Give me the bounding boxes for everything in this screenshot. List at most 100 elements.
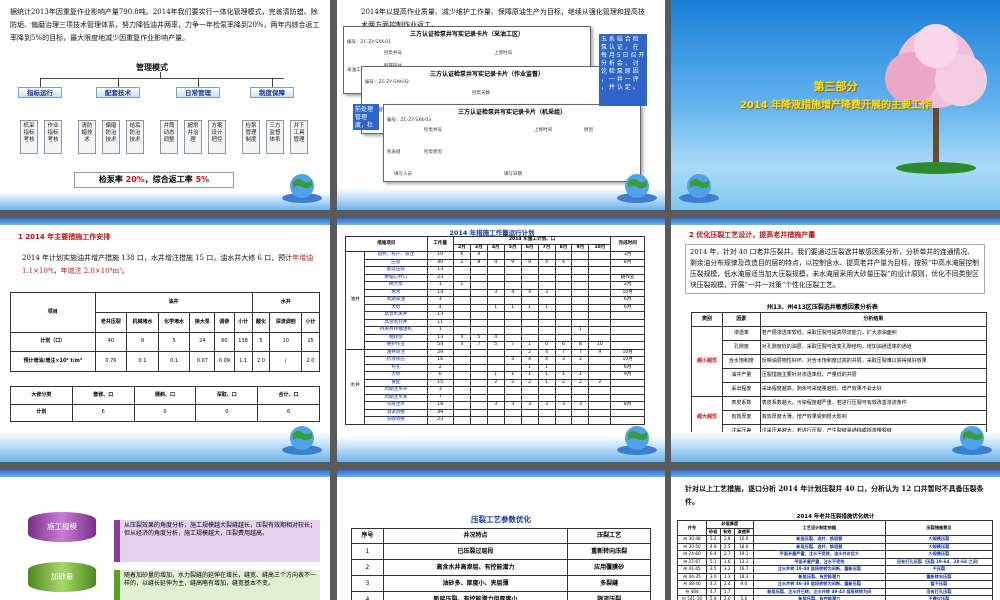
row-name: 周期采油 bbox=[364, 296, 428, 305]
row-type: 油砂多、厚度小、夹层薄 bbox=[382, 575, 569, 592]
row-proc: 多裂缝 bbox=[567, 575, 651, 592]
slide-thumbnail-9[interactable]: 针对以上工艺措施，逐口分析 2014 年计划压裂井 40 口，分析认为 12 口… bbox=[671, 470, 1000, 600]
row-result: 压裂措施主要针对渗透率低、产量低的井层 bbox=[759, 368, 988, 383]
col-total: 工作量 bbox=[426, 236, 454, 252]
row-month-count bbox=[469, 408, 488, 417]
row-total: 16 bbox=[426, 356, 454, 365]
row-done: 8月 bbox=[610, 401, 645, 410]
row-month-count bbox=[571, 311, 590, 320]
cell-a: 4.9 bbox=[705, 542, 721, 551]
slide-thumbnail-7[interactable]: 施工规模 加砂量 从压裂效果的角度分析，施工规模越大裂缝越长，压裂有效期相对较长… bbox=[0, 470, 330, 600]
slide-thumbnail-3[interactable]: 第三部分 2014 年降液措施增产降费开展的主要工作 bbox=[671, 0, 1000, 210]
cell-b: 1.7 bbox=[719, 587, 735, 596]
cell-well: 州 541-16 bbox=[677, 595, 707, 600]
slide-thumbnail-5[interactable]: 2014 年措施工作量运行计划 措施项目 工作量 2014 年施工计划、口 完成… bbox=[337, 218, 665, 462]
table-row: 周期注水开 3 bbox=[346, 386, 645, 395]
table-row: 油井 钻井、校产、投注 10 6 4 3月 bbox=[344, 251, 645, 350]
row-month-count: 3 bbox=[486, 401, 505, 410]
row-month-count bbox=[537, 333, 556, 342]
row-month-count bbox=[503, 326, 522, 335]
slide-thumbnail-1[interactable]: 据统计2013年因重复作业影响产量790.8吨。2014年我们要实行一体化管理模… bbox=[0, 0, 330, 210]
table-row: 维护作业 54 4 7 5 7 1 6 6 8 10 bbox=[346, 341, 645, 350]
row-name: 换偏心井口 bbox=[364, 273, 428, 282]
table-row: 州 44-35 3.0 1.3 18.3 新层压裂、有控能潜力 重新转向压裂 bbox=[677, 572, 994, 581]
row-total: 10 bbox=[426, 251, 454, 260]
cell: 6 bbox=[257, 403, 320, 422]
cell-b: 2.5 bbox=[719, 542, 735, 551]
row-month-count bbox=[554, 311, 573, 320]
col-header: 调参 bbox=[214, 311, 235, 333]
col-month: 8月 bbox=[554, 243, 573, 252]
row-month-count bbox=[452, 416, 471, 425]
row-month-count bbox=[571, 281, 590, 290]
row-name: 钻井、校产、投注 bbox=[364, 251, 428, 260]
col-header: 砂岩 bbox=[705, 527, 721, 536]
table-row: 换偏心井口 23 随作业 bbox=[346, 273, 645, 282]
col-header: 渗透率 bbox=[733, 527, 754, 536]
row-done: 6月 bbox=[610, 303, 645, 312]
slide-thumbnail-6[interactable]: 2 优化压裂工艺设计，提高老井措施产量 2014 年，针对 40 口老井压裂井，… bbox=[671, 218, 1000, 462]
row-month-count bbox=[554, 416, 573, 425]
cell: 60 bbox=[214, 331, 235, 353]
row-total: 29 bbox=[426, 348, 454, 357]
slide-thumbnail-2[interactable]: 2014年以提高作业质量、减少维护工作量、保障原油生产为目标，继续从强化管理和提… bbox=[337, 0, 665, 210]
row-name: 维护作业 bbox=[364, 341, 428, 350]
row-month-count: 3 bbox=[554, 356, 573, 365]
row-month-count bbox=[469, 303, 488, 312]
cell-c: 18.0 bbox=[733, 542, 754, 551]
row-month-count bbox=[588, 266, 612, 275]
slide-thumbnail-4[interactable]: 1 2014 年主要措施工作安排 2014 年计划实施油井增产措施 138 口，… bbox=[0, 218, 330, 462]
slide-thumbnail-8[interactable]: 压裂工艺参数优化 序号 井况特点 压裂工艺 1 已压裂过层段 重新转向压裂 2 高含水井… bbox=[337, 470, 665, 600]
row-month-count bbox=[537, 296, 556, 305]
row-no: 3 bbox=[351, 575, 384, 592]
cell-c bbox=[733, 587, 754, 596]
row-month-count bbox=[486, 348, 505, 357]
col-type: 井况特点 bbox=[382, 528, 569, 544]
row-month-count bbox=[452, 348, 471, 357]
cell: 9 bbox=[126, 331, 159, 353]
row-month-count: 4 bbox=[503, 288, 522, 297]
org-category-2: 配套技术 bbox=[96, 87, 140, 98]
row-name: 抽转捞 bbox=[364, 333, 428, 342]
row-month-count bbox=[503, 348, 522, 357]
slide-top-bar bbox=[337, 218, 665, 225]
row-total: 6 bbox=[426, 371, 454, 380]
row-month-count: 2 bbox=[486, 378, 505, 387]
row-name: 高含水开井 bbox=[364, 318, 428, 327]
cell-note: 重新转向压裂 bbox=[884, 572, 994, 581]
row-month-count bbox=[486, 386, 505, 395]
table-row: 大修 4 1 1 1 1 6月 bbox=[346, 303, 645, 312]
row-done: 6月 bbox=[610, 363, 645, 372]
row-done bbox=[610, 378, 645, 387]
row-month-count bbox=[469, 371, 488, 380]
globe-icon bbox=[617, 426, 657, 455]
org-category-1: 指标运行 bbox=[18, 87, 62, 98]
table-row: 压裂 40 2 8 4 9 9 4 4 8月 bbox=[346, 258, 645, 267]
cell-c: 16.7 bbox=[733, 565, 754, 574]
slide6-paragraph: 2014 年，针对 40 口老井压裂井，我们要通过压裂选井敏感因素分析，分析单井… bbox=[685, 244, 985, 294]
table-row: 高含水开井 11 bbox=[346, 318, 645, 327]
row-month-count bbox=[503, 266, 522, 275]
result-rate1: 20% bbox=[125, 175, 145, 184]
col-header: 化学堵水 bbox=[157, 311, 191, 333]
row-name: 挤液除压 bbox=[364, 356, 428, 365]
globe-icon bbox=[952, 426, 992, 455]
form1-field-date: 上修时间 bbox=[494, 51, 512, 56]
row-name: 备选压裂 bbox=[364, 266, 428, 275]
row-month-count bbox=[537, 393, 556, 402]
org-leaf: 井筒动态调整 bbox=[160, 120, 178, 154]
row-month-count bbox=[503, 363, 522, 372]
row-month-count bbox=[520, 326, 539, 335]
row-month-count: 1 bbox=[571, 371, 590, 380]
form2-code: 编号：ZC-ZY-SXK-02 bbox=[365, 80, 410, 85]
cell: 5 bbox=[251, 331, 271, 353]
org-leaf: 三方监督体系 bbox=[266, 120, 284, 154]
row-total: 11 bbox=[426, 318, 454, 327]
row-month-count bbox=[537, 273, 556, 282]
col-month: 7月 bbox=[537, 243, 556, 252]
col-plan: 工艺设计制定依据 bbox=[752, 520, 886, 536]
col-header: 换大泵 bbox=[189, 311, 216, 333]
row-result: 若产层渗透率较低，采取压裂可提高导流能力，扩大渗油面积 bbox=[759, 326, 988, 341]
col-note: 压裂措施意见 bbox=[884, 520, 994, 536]
slide4-para-a: 2014 年计划实施油井增产措施 138 口，水井增注措施 15 口，油水井大修… bbox=[22, 254, 293, 262]
